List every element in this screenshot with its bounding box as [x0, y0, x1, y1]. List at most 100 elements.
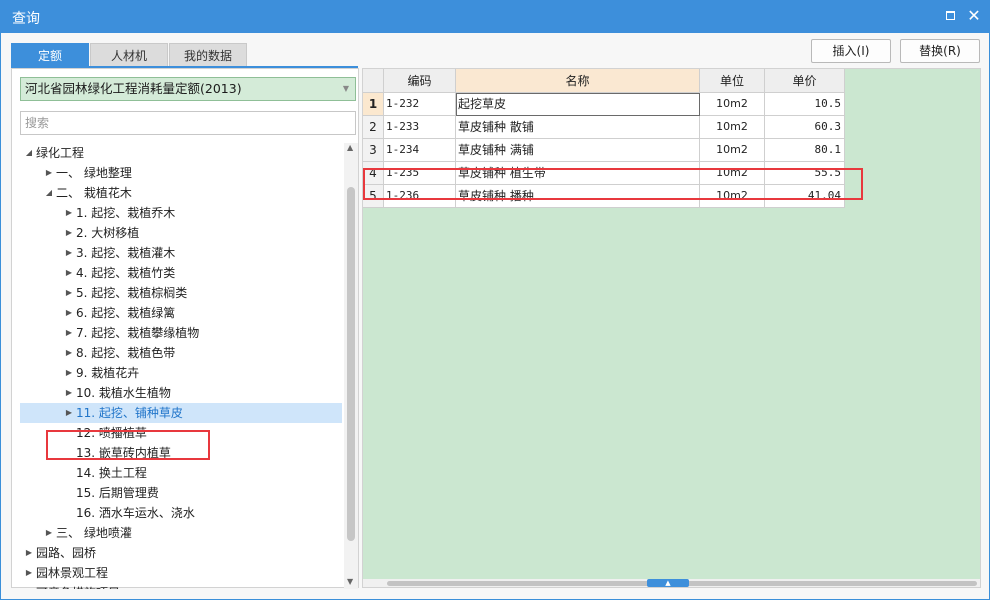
- code-cell[interactable]: 1-236: [384, 185, 456, 208]
- scrollbar-thumb[interactable]: [347, 187, 355, 541]
- tree-node[interactable]: ▶ 4. 起挖、栽植竹类: [20, 263, 342, 283]
- insert-button[interactable]: 插入(I): [811, 39, 891, 63]
- search-input[interactable]: [20, 111, 356, 135]
- tree-node-label: 9. 栽植花卉: [76, 366, 140, 380]
- tree-node[interactable]: 14. 换土工程: [20, 463, 342, 483]
- unit-cell[interactable]: 10m2: [700, 185, 765, 208]
- tree-node-label: 1. 起挖、栽植乔木: [76, 206, 176, 220]
- row-number[interactable]: 5: [363, 185, 384, 208]
- tree-node[interactable]: ▶ 园林景观工程: [20, 563, 342, 583]
- close-button[interactable]: ✕: [964, 6, 984, 26]
- tree-node-label: 6. 起挖、栽植绿篱: [76, 306, 176, 320]
- tree-node-label: 11. 起挖、铺种草皮: [76, 406, 183, 420]
- collapsed-arrow-icon[interactable]: ▶: [24, 543, 34, 563]
- code-cell[interactable]: 1-234: [384, 139, 456, 162]
- tree-node-label: 绿化工程: [36, 146, 85, 160]
- unit-cell[interactable]: 10m2: [700, 93, 765, 116]
- price-cell[interactable]: 80.1: [765, 139, 845, 162]
- tree-node[interactable]: ▶ 三、 绿地喷灌: [20, 523, 342, 543]
- title-bar: 查询 ✕: [0, 0, 990, 33]
- tree-node[interactable]: ▶ 2. 大树移植: [20, 223, 342, 243]
- tree-node[interactable]: ▶ 1. 起挖、栽植乔木: [20, 203, 342, 223]
- tab-labor-material[interactable]: 人材机: [90, 43, 168, 67]
- tree-scrollbar[interactable]: ▲ ▼: [344, 143, 358, 589]
- tree-node[interactable]: 15. 后期管理费: [20, 483, 342, 503]
- unit-cell[interactable]: 10m2: [700, 116, 765, 139]
- tree-node[interactable]: ▶ 6. 起挖、栽植绿篱: [20, 303, 342, 323]
- unit-cell[interactable]: 10m2: [700, 162, 765, 185]
- collapsed-arrow-icon[interactable]: ▶: [64, 383, 74, 403]
- tree-node[interactable]: ▶ 7. 起挖、栽植攀缘植物: [20, 323, 342, 343]
- header-price[interactable]: 单价: [765, 69, 845, 93]
- tree-node-label: 2. 大树移植: [76, 226, 140, 240]
- tree-node[interactable]: ▶ 一、 绿地整理: [20, 163, 342, 183]
- collapsed-arrow-icon[interactable]: ▶: [64, 363, 74, 383]
- name-cell[interactable]: 草皮铺种 散铺: [456, 116, 700, 139]
- tab-quota[interactable]: 定额: [11, 43, 89, 67]
- code-cell[interactable]: 1-235: [384, 162, 456, 185]
- scroll-down-icon[interactable]: ▼: [347, 577, 353, 586]
- collapsed-arrow-icon[interactable]: ▶: [64, 223, 74, 243]
- header-row-number: [363, 69, 384, 93]
- tree-node[interactable]: ▶ 3. 起挖、栽植灌木: [20, 243, 342, 263]
- tree-node-label: 10. 栽植水生植物: [76, 386, 171, 400]
- results-panel: 编码 名称 单位 单价 1 1-232 起挖草皮 10m2 10.5 2 1-233 草皮铺种…: [362, 68, 981, 588]
- tree-node[interactable]: ◢ 二、 栽植花木: [20, 183, 342, 203]
- name-cell[interactable]: 草皮铺种 播种: [456, 185, 700, 208]
- row-number[interactable]: 4: [363, 162, 384, 185]
- collapsed-arrow-icon[interactable]: ▶: [64, 263, 74, 283]
- scroll-up-icon[interactable]: ▲: [347, 143, 353, 152]
- name-cell[interactable]: 草皮铺种 植生带: [456, 162, 700, 185]
- row-number[interactable]: 1: [363, 93, 384, 116]
- name-cell[interactable]: 起挖草皮: [456, 93, 700, 116]
- row-number[interactable]: 2: [363, 116, 384, 139]
- row-number[interactable]: 3: [363, 139, 384, 162]
- code-cell[interactable]: 1-232: [384, 93, 456, 116]
- header-code[interactable]: 编码: [384, 69, 456, 93]
- price-cell[interactable]: 55.5: [765, 162, 845, 185]
- collapsed-arrow-icon[interactable]: ▶: [64, 323, 74, 343]
- tree-node[interactable]: ▶ 9. 栽植花卉: [20, 363, 342, 383]
- collapsed-arrow-icon[interactable]: ▶: [64, 343, 74, 363]
- tree-node[interactable]: ▶ 10. 栽植水生植物: [20, 383, 342, 403]
- collapsed-arrow-icon[interactable]: ▶: [24, 563, 34, 583]
- expanded-arrow-icon[interactable]: ◢: [44, 183, 54, 203]
- header-name[interactable]: 名称: [456, 69, 700, 93]
- collapsed-arrow-icon[interactable]: ▶: [64, 403, 74, 423]
- tree-node[interactable]: ▶ 5. 起挖、栽植棕榈类: [20, 283, 342, 303]
- header-unit[interactable]: 单位: [700, 69, 765, 93]
- tree-node[interactable]: ▶ 园路、园桥: [20, 543, 342, 563]
- tree-node[interactable]: 16. 洒水车运水、浇水: [20, 503, 342, 523]
- unit-cell[interactable]: 10m2: [700, 139, 765, 162]
- tree-node[interactable]: 13. 嵌草砖内植草: [20, 443, 342, 463]
- price-cell[interactable]: 41.04: [765, 185, 845, 208]
- tree-node-label: 一、 绿地整理: [56, 166, 132, 180]
- library-select[interactable]: 河北省园林绿化工程消耗量定额(2013) ▼: [20, 77, 356, 101]
- collapsed-arrow-icon[interactable]: ▶: [44, 523, 54, 543]
- price-cell[interactable]: 10.5: [765, 93, 845, 116]
- code-cell[interactable]: 1-233: [384, 116, 456, 139]
- window-title: 查询: [12, 11, 40, 27]
- tree-node[interactable]: ◢ 绿化工程: [20, 143, 342, 163]
- collapsed-arrow-icon[interactable]: ▶: [24, 583, 34, 589]
- collapsed-arrow-icon[interactable]: ▶: [44, 163, 54, 183]
- collapsed-arrow-icon[interactable]: ▶: [64, 203, 74, 223]
- table-scrollbar[interactable]: ▲: [363, 579, 980, 587]
- replace-button[interactable]: 替换(R): [900, 39, 980, 63]
- name-cell[interactable]: 草皮铺种 满铺: [456, 139, 700, 162]
- tree-node-label: 4. 起挖、栽植竹类: [76, 266, 176, 280]
- tree-node[interactable]: ▶可竞争措施项目: [20, 583, 342, 589]
- tree-node[interactable]: 12. 喷播植草: [20, 423, 342, 443]
- tree-node-label: 二、 栽植花木: [56, 186, 132, 200]
- collapsed-arrow-icon[interactable]: ▶: [64, 243, 74, 263]
- maximize-button[interactable]: [940, 6, 960, 26]
- tab-my-data[interactable]: 我的数据: [169, 43, 247, 67]
- tree-node-label: 16. 洒水车运水、浇水: [76, 506, 195, 520]
- expanded-arrow-icon[interactable]: ◢: [24, 143, 34, 163]
- splitter-grip-icon[interactable]: ▲: [647, 579, 689, 587]
- tree-node[interactable]: ▶ 8. 起挖、栽植色带: [20, 343, 342, 363]
- collapsed-arrow-icon[interactable]: ▶: [64, 303, 74, 323]
- price-cell[interactable]: 60.3: [765, 116, 845, 139]
- tree-node[interactable]: ▶ 11. 起挖、铺种草皮: [20, 403, 342, 423]
- collapsed-arrow-icon[interactable]: ▶: [64, 283, 74, 303]
